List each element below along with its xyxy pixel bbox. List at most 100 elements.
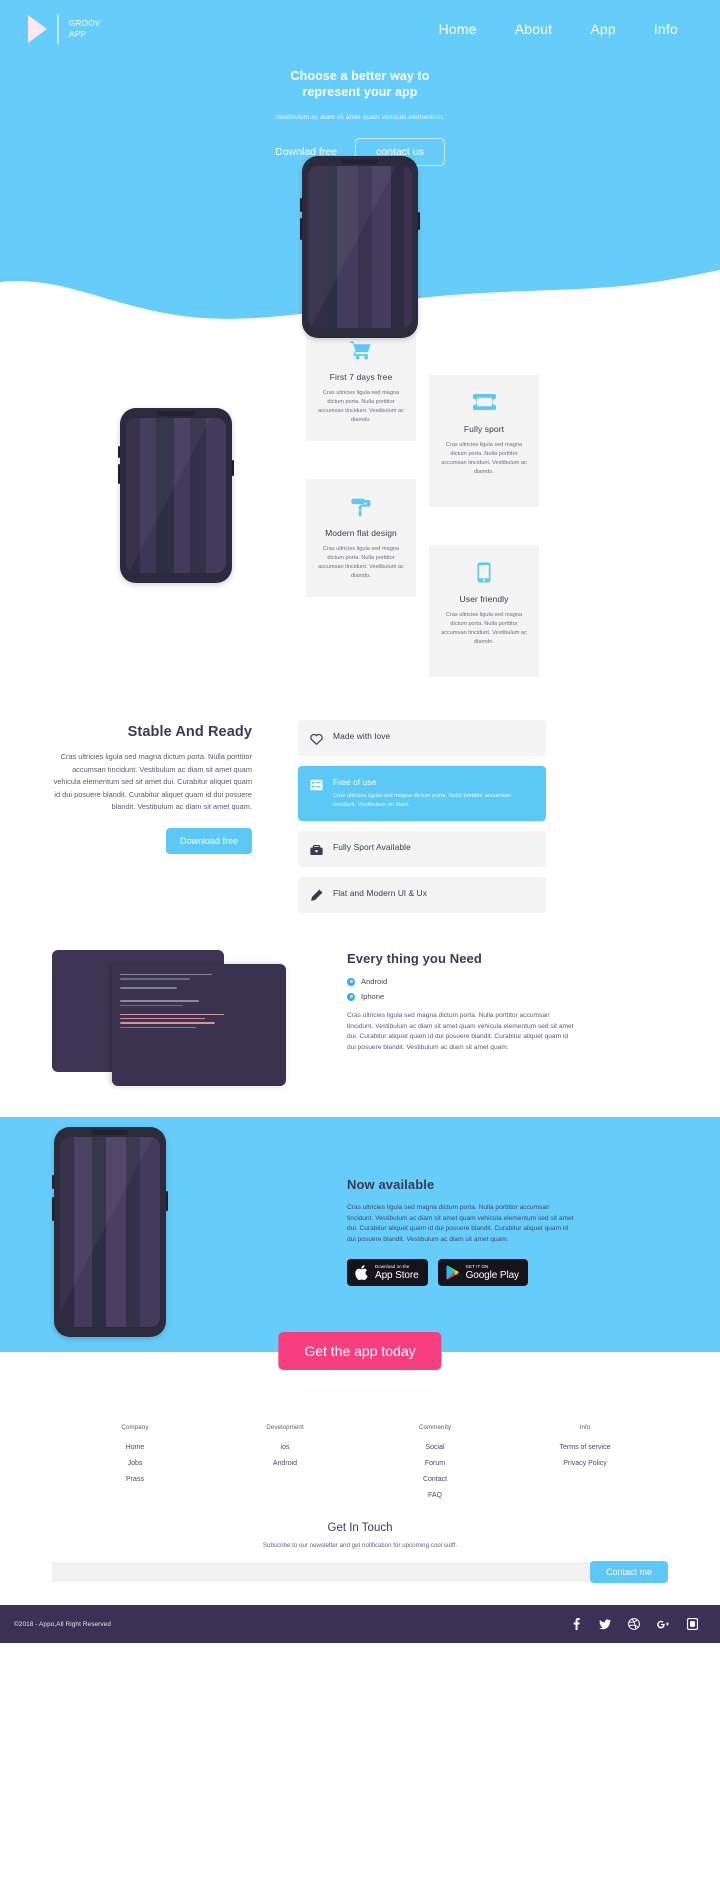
platform-option-label: Iphone [361,992,385,1001]
logo[interactable]: GROOV APP [24,14,101,44]
phone-power-button [166,1191,168,1211]
available-paragraph: Cras ultricies ligula sed magna dictum p… [347,1204,574,1243]
accordion-item-fully-sport-available[interactable]: Fully Sport Available [298,831,546,867]
get-app-cta-wrap: Get the app today [0,1332,720,1396]
heart-icon [310,732,323,745]
footer-link[interactable]: Contact [360,1476,510,1483]
hero-subtitle: Vestibulum ac diam sit amet quam vehicul… [275,114,445,121]
nav-item-app[interactable]: App [590,21,616,37]
footer-link-columns: Company Home Jobs Prass Development ios … [0,1396,720,1508]
screen-highlight [126,418,226,573]
footer-link[interactable]: Social [360,1444,510,1451]
footer-column-community: Commenity Social Forum Contact FAQ [360,1424,510,1508]
footer-link[interactable]: Forum [360,1460,510,1467]
footer-link[interactable]: Home [60,1444,210,1451]
radio-checked-icon [347,977,355,986]
accordion-item-free-of-use[interactable]: Free of use Cras ultricies ligula sed ma… [298,766,546,821]
feature-accordion: Made with love Free of use Cras ultricie… [298,720,546,923]
platform-option-android[interactable]: Android [347,977,577,986]
footer-link[interactable]: Privacy Policy [510,1460,660,1467]
footer-column-company: Company Home Jobs Prass [60,1424,210,1508]
list-icon [310,778,323,791]
shopping-cart-icon [316,337,406,363]
hero-phone-mockup [300,156,420,338]
footer-column-heading: Company [121,1424,149,1431]
everything-you-need-section: Every thing you Need Android Iphone Cras… [0,945,720,1117]
feature-cards-right-column: Fully sport Cras ultricies ligula sed ma… [429,375,539,715]
navbar: GROOV APP Home About App Info [0,0,720,46]
feature-card-title: Modern flat design [325,528,397,538]
available-text-block: Now available Cras ultricies ligula sed … [347,1177,577,1286]
feature-card-text: Cras ultricies ligula sed magna dictum p… [441,442,527,475]
feature-card-text: Cras ultricies ligula sed magna dictum p… [441,612,527,645]
logo-divider [57,14,59,44]
footer-link[interactable]: Android [210,1460,360,1467]
feature-card[interactable]: Modern flat design Cras ultricies ligula… [306,479,416,597]
feature-card[interactable]: Fully sport Cras ultricies ligula sed ma… [429,375,539,507]
twitter-icon[interactable] [599,1618,611,1630]
accordion-item-title: Fully Sport Available [333,842,411,852]
hero-title-line-2: represent your app [302,85,418,99]
footer-column-info: Info Terms of service Privacy Policy [510,1424,660,1508]
page-title: Now available [347,1177,435,1192]
accordion-item-made-with-love[interactable]: Made with love [298,720,546,756]
app-box-icon[interactable] [686,1618,698,1630]
store-badges-row: Download on the App Store GET IT ON Goog… [347,1259,577,1286]
social-links [570,1618,698,1630]
dribbble-icon[interactable] [628,1618,640,1630]
features-section: First 7 days free Cras ultricies ligula … [0,320,720,720]
accordion-item-title: Made with love [333,731,391,741]
newsletter-email-input[interactable] [52,1562,592,1582]
download-free-button[interactable]: Download free [165,827,252,854]
google-play-badge[interactable]: GET IT ON Google Play [437,1259,528,1286]
nav-item-about[interactable]: About [515,21,553,37]
footer-link[interactable]: Terms of service [510,1444,660,1451]
footer-link[interactable]: Prass [60,1476,210,1483]
feature-card[interactable]: User friendly Cras ultricies ligula sed … [429,545,539,677]
hero-body: Choose a better way to represent your ap… [0,46,720,166]
logo-text: GROOV APP [69,18,101,40]
screen-highlight [308,166,412,328]
logo-line-2: APP [69,30,87,39]
newsletter-form: Contact me [0,1561,720,1583]
accordion-item-flat-and-modern[interactable]: Flat and Modern Ul & Ux [298,877,546,913]
footer-link[interactable]: Jobs [60,1460,210,1467]
platform-option-label: Android [361,977,388,986]
phone-side-button [118,446,120,458]
app-store-badge[interactable]: Download on the App Store [347,1259,428,1286]
phone-side-button [300,198,302,212]
nav-links: Home About App Info [439,21,678,37]
stable-text-block: Stable And Ready Cras ultricies ligula s… [52,724,252,854]
google-plus-icon[interactable] [657,1618,669,1630]
ticket-icon [439,389,529,415]
feature-card-title: First 7 days free [329,372,393,382]
accordion-item-title: Flat and Modern Ul & Ux [333,888,427,898]
available-phone-mockup [52,1127,168,1337]
paint-roller-icon [316,493,406,519]
pencil-icon [310,889,323,902]
nav-item-info[interactable]: Info [654,21,678,37]
phone-screen [126,418,226,573]
platform-option-iphone[interactable]: Iphone [347,992,577,1001]
phone-volume-button [118,464,120,484]
phone-screen [60,1137,160,1327]
radio-checked-icon [347,992,355,1001]
contact-me-button[interactable]: Contact me [589,1561,668,1583]
google-play-large-label: Google Play [465,1270,519,1281]
now-available-section: Now available Cras ultricies ligula sed … [0,1117,720,1352]
phone-notch [90,1130,130,1135]
feature-card[interactable]: First 7 days free Cras ultricies ligula … [306,323,416,441]
get-the-app-today-button[interactable]: Get the app today [278,1332,442,1370]
copyright-text: ©2018 - Appo,All Right Reserved [14,1620,111,1628]
facebook-icon[interactable] [570,1618,582,1630]
tablet-front-panel [112,964,286,1086]
footer-link[interactable]: FAQ [360,1492,510,1499]
footer-link[interactable]: ios [210,1444,360,1451]
feature-card-title: Fully sport [463,424,505,434]
nav-item-home[interactable]: Home [439,21,477,37]
get-in-touch-heading: Get In Touch [327,1522,393,1534]
phone-notch [156,411,196,416]
mobile-phone-icon [439,559,529,585]
footer-column-development: Development ios Android [210,1424,360,1508]
footer: Company Home Jobs Prass Development ios … [0,1396,720,1643]
